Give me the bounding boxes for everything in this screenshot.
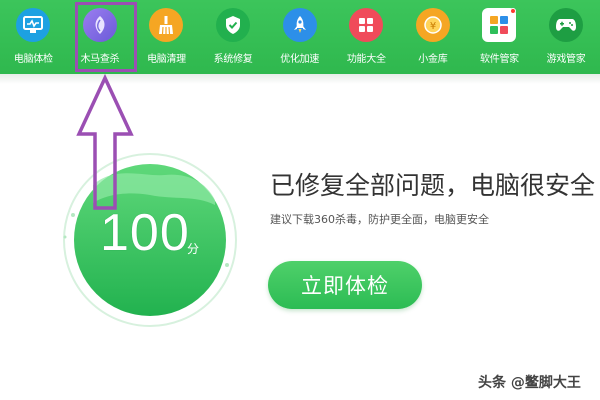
coin-icon: ¥ bbox=[415, 8, 450, 42]
tool-computer-cleanup[interactable]: 电脑清理 bbox=[133, 0, 200, 74]
watermark: 头条 @鳖脚大王 bbox=[478, 375, 581, 391]
tool-label: 游戏管家 bbox=[546, 54, 586, 65]
tool-computer-checkup[interactable]: 电脑体检 bbox=[0, 0, 67, 74]
score-unit: 分 bbox=[187, 242, 200, 256]
gamepad-icon bbox=[549, 8, 584, 42]
rocket-icon bbox=[282, 8, 317, 42]
tool-label: 电脑体检 bbox=[13, 54, 53, 65]
tool-label: 电脑清理 bbox=[147, 54, 186, 65]
tool-small-vault[interactable]: ¥ 小金库 bbox=[400, 0, 467, 74]
shield-check-icon bbox=[216, 8, 251, 42]
monitor-check-icon bbox=[16, 8, 51, 42]
tool-label: 软件管家 bbox=[480, 54, 519, 65]
status-subline: 建议下载360杀毒，防护更全面，电脑更安全 bbox=[270, 213, 489, 226]
tool-all-features[interactable]: 功能大全 bbox=[333, 0, 400, 74]
tool-software-manager[interactable]: 软件管家 bbox=[466, 0, 533, 74]
annotation-highlight-box bbox=[75, 2, 137, 72]
tool-game-manager[interactable]: 游戏管家 bbox=[533, 0, 600, 74]
tool-label: 功能大全 bbox=[346, 54, 386, 65]
status-headline: 已修复全部问题，电脑很安全 bbox=[270, 171, 596, 200]
tool-label: 优化加速 bbox=[280, 54, 320, 65]
broom-icon bbox=[149, 8, 184, 42]
check-now-button[interactable]: 立即体检 bbox=[268, 261, 422, 309]
tool-system-repair[interactable]: 系统修复 bbox=[200, 0, 267, 74]
tool-optimize-speedup[interactable]: 优化加速 bbox=[266, 0, 333, 74]
tool-label: 系统修复 bbox=[213, 54, 253, 65]
svg-text:¥: ¥ bbox=[430, 21, 436, 32]
tool-label: 小金库 bbox=[418, 54, 448, 65]
annotation-up-arrow-icon bbox=[76, 74, 134, 210]
grid-icon bbox=[349, 8, 384, 42]
